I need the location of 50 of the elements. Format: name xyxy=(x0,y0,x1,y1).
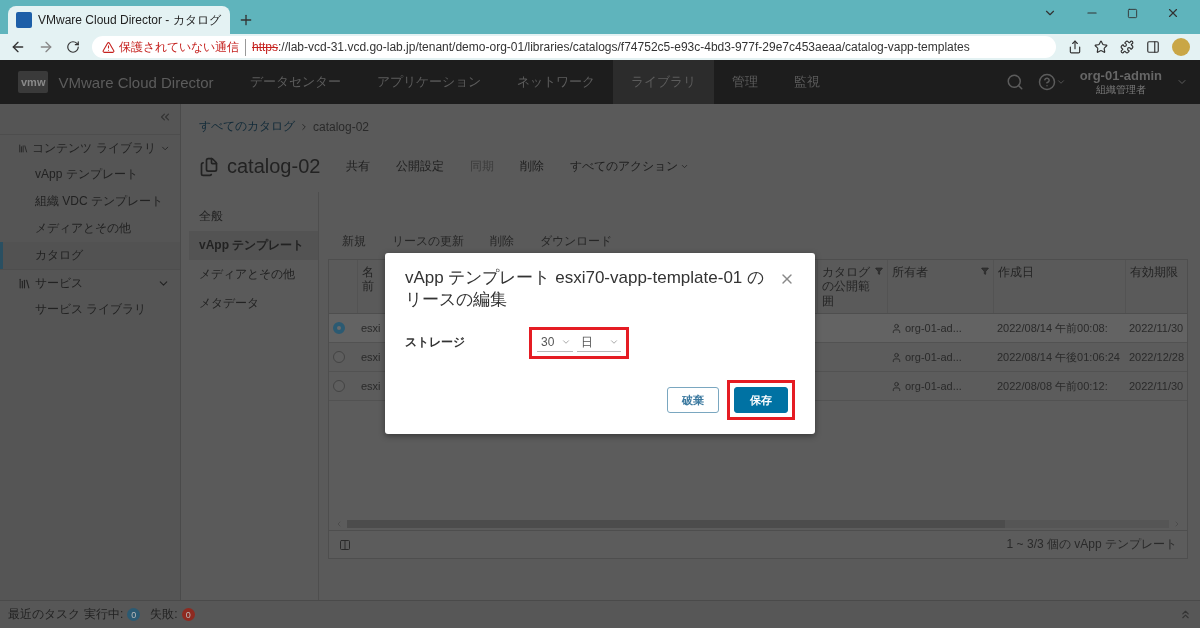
user-icon xyxy=(891,322,902,334)
search-icon[interactable] xyxy=(1005,73,1024,91)
filter-icon[interactable] xyxy=(875,267,883,275)
dialog-title: vApp テンプレート esxi70-vapp-template-01 のリースの編集 xyxy=(405,267,766,311)
select-field[interactable]: 日 xyxy=(577,333,621,352)
table-cell: 2022/11/30 xyxy=(1129,322,1184,334)
columns-icon[interactable] xyxy=(339,538,351,551)
puzzle-icon[interactable] xyxy=(1120,40,1134,54)
chevron-down-icon xyxy=(609,337,619,347)
forward-icon[interactable] xyxy=(38,39,54,55)
warning-icon xyxy=(102,40,115,54)
back-icon[interactable] xyxy=(10,39,26,55)
product-name: VMware Cloud Director xyxy=(58,73,214,91)
library-icon xyxy=(18,141,29,155)
discard-button[interactable]: 破棄 xyxy=(667,387,719,413)
catalog-icon xyxy=(199,156,219,177)
star-icon[interactable] xyxy=(1094,40,1108,54)
address-field[interactable]: 保護されていない通信 https://lab-vcd-31.vcd.go-lab.jp/tenant/demo-org-01/libraries/catalogs/f74752c5-e93c-4bd3-977f-29e7c453aeaa/catalog-vapp-templates xyxy=(92,36,1056,58)
nav-item[interactable]: 監視 xyxy=(775,60,838,104)
expand-icon[interactable] xyxy=(1179,608,1192,621)
radio-button[interactable] xyxy=(333,380,345,392)
table-cell: org-01-ad... xyxy=(905,322,962,334)
caret-icon xyxy=(680,162,690,171)
save-button[interactable]: 保存 xyxy=(734,387,788,413)
user-menu[interactable]: org-01-admin 組織管理者 xyxy=(1079,67,1162,97)
side-panel-icon[interactable] xyxy=(1146,40,1160,54)
page-title: catalog-02 xyxy=(227,155,321,178)
user-icon xyxy=(891,351,902,363)
avatar[interactable] xyxy=(1172,38,1190,56)
radio-button[interactable] xyxy=(333,322,345,334)
user-icon xyxy=(891,380,902,392)
logo: vmw xyxy=(18,71,49,93)
maximize-icon[interactable] xyxy=(1127,6,1138,20)
share-icon[interactable] xyxy=(1068,40,1082,54)
help-icon[interactable] xyxy=(1037,73,1066,91)
new-tab-icon[interactable] xyxy=(238,12,254,28)
count-badge: 0 xyxy=(127,608,141,621)
reload-icon[interactable] xyxy=(66,40,80,54)
chevron-right-icon xyxy=(299,121,309,132)
nav-item[interactable]: 管理 xyxy=(713,60,776,104)
field-label: ストレージ xyxy=(405,334,466,351)
count-badge: 0 xyxy=(181,608,195,621)
close-icon[interactable] xyxy=(1166,6,1180,20)
favicon-icon xyxy=(16,12,32,28)
filter-icon[interactable] xyxy=(981,267,989,275)
library-icon xyxy=(18,276,31,290)
browser-tab[interactable]: VMware Cloud Director - カタログ xyxy=(8,6,230,34)
radio-button[interactable] xyxy=(333,351,345,363)
select-field[interactable]: 30 xyxy=(537,333,573,352)
chevron-down-icon xyxy=(561,337,571,347)
